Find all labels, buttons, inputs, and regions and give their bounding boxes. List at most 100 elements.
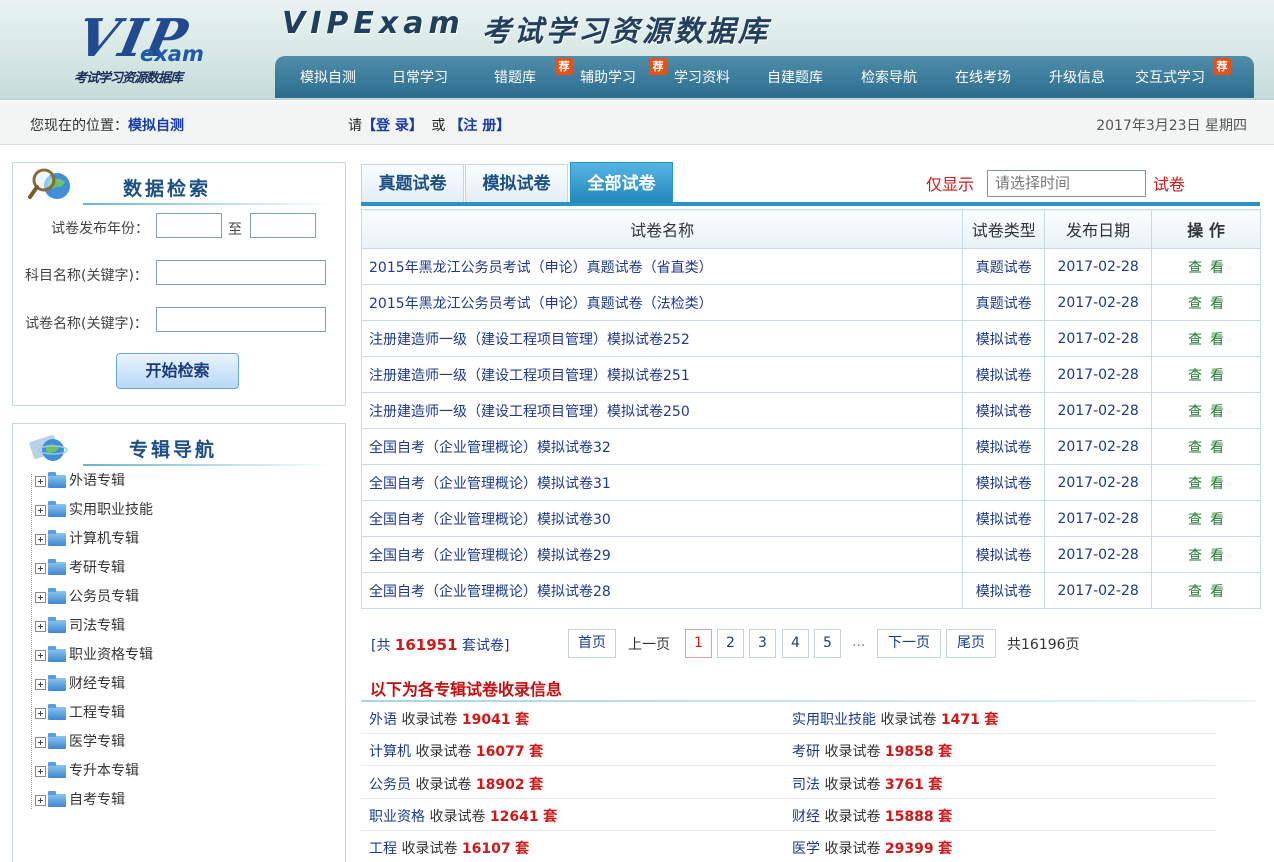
tree-item-vocational-skills[interactable]: 实用职业技能 [23,499,153,528]
logo-exam-text: exam [140,42,204,66]
paper-name-link[interactable]: 注册建造师一级（建设工程项目管理）模拟试卷252 [360,320,964,357]
view-link[interactable]: 查看 [1151,428,1261,465]
view-link[interactable]: 查看 [1151,320,1261,357]
paper-name-link[interactable]: 全国自考（企业管理概论）模拟试卷28 [360,572,964,609]
logo-subtitle: 考试学习资源数据库 [74,71,183,86]
nav-item-daily-study[interactable]: 日常学习 [392,67,448,87]
expand-icon[interactable] [35,679,46,690]
nav-item-mock-test[interactable]: 模拟自测 [300,67,356,87]
filter-prefix: 仅显示 [926,175,975,194]
paper-type: 模拟试卷 [962,536,1046,573]
page-2-button[interactable]: 2 [717,629,744,658]
nav-item-upgrade-info[interactable]: 升级信息 [1049,67,1105,87]
year-to-input[interactable] [250,213,316,238]
collection-name-link[interactable]: 财经 [792,809,820,825]
paper-name-link[interactable]: 注册建造师一级（建设工程项目管理）模拟试卷251 [360,356,964,393]
paper-keyword-input[interactable] [156,307,326,332]
paper-name-link[interactable]: 2015年黑龙江公务员考试（申论）真题试卷（法检类） [360,284,964,321]
paper-name-link[interactable]: 注册建造师一级（建设工程项目管理）模拟试卷250 [360,392,964,429]
collection-name-link[interactable]: 计算机 [369,744,411,760]
col-header-name: 试卷名称 [360,209,964,249]
nav-item-interactive-study[interactable]: 荐 交互式学习 [1135,58,1231,87]
tree-item-upgrade-degree[interactable]: 专升本专辑 [23,760,153,789]
tree-item-postgraduate[interactable]: 考研专辑 [23,557,153,586]
collection-name-link[interactable]: 外语 [369,712,397,728]
tab-all-papers[interactable]: 全部试卷 [570,162,673,203]
collection-name-link[interactable]: 实用职业技能 [792,712,876,728]
paper-name-link[interactable]: 全国自考（企业管理概论）模拟试卷30 [360,500,964,537]
collection-name-link[interactable]: 工程 [369,841,397,857]
tree-item-foreign-language[interactable]: 外语专辑 [23,470,153,499]
expand-icon[interactable] [35,795,46,806]
time-select-input[interactable]: 请选择时间 [987,170,1146,197]
nav-item-custom-bank[interactable]: 自建题库 [767,67,823,87]
collection-name-link[interactable]: 公务员 [369,777,411,793]
view-link[interactable]: 查看 [1151,392,1261,429]
expand-icon[interactable] [35,708,46,719]
subject-keyword-input[interactable] [156,260,326,285]
view-link[interactable]: 查看 [1151,464,1261,501]
paper-type: 模拟试卷 [962,428,1046,465]
collection-name-link[interactable]: 司法 [792,777,820,793]
view-link[interactable]: 查看 [1151,356,1261,393]
page-1-button[interactable]: 1 [685,629,712,658]
collection-item: 医学 收录试卷 29399 套 [792,838,952,858]
view-link[interactable]: 查看 [1151,572,1261,609]
view-link[interactable]: 查看 [1151,500,1261,537]
year-from-input[interactable] [156,213,222,238]
paper-name-link[interactable]: 全国自考（企业管理概论）模拟试卷31 [360,464,964,501]
register-link[interactable]: 【注 册】 [449,118,510,134]
breadcrumb-current[interactable]: 模拟自测 [128,118,184,134]
first-page-button[interactable]: 首页 [568,629,616,658]
tree-item-computer[interactable]: 计算机专辑 [23,528,153,557]
prev-page-button[interactable]: 上一页 [628,634,670,654]
folder-icon [48,501,66,517]
nav-item-search-nav[interactable]: 检索导航 [861,67,917,87]
paper-name-link[interactable]: 全国自考（企业管理概论）模拟试卷29 [360,536,964,573]
tree-item-qualification[interactable]: 职业资格专辑 [23,644,153,673]
login-link[interactable]: 【登 录】 [362,118,423,134]
start-search-button[interactable]: 开始检索 [116,353,239,389]
expand-icon[interactable] [35,650,46,661]
paper-date: 2017-02-28 [1044,356,1153,393]
tree-item-self-exam[interactable]: 自考专辑 [23,789,153,818]
expand-icon[interactable] [35,505,46,516]
expand-icon[interactable] [35,563,46,574]
tab-real-papers[interactable]: 真题试卷 [361,164,464,202]
collection-unit: 套 [938,841,953,857]
tab-mock-papers[interactable]: 模拟试卷 [465,164,568,202]
collection-name-link[interactable]: 医学 [792,841,820,857]
expand-icon[interactable] [35,476,46,487]
tree-item-engineering[interactable]: 工程专辑 [23,702,153,731]
view-link[interactable]: 查看 [1151,536,1261,573]
search-panel-title: 数据检索 [123,178,212,200]
collection-row: 外语 收录试卷 19041 套 实用职业技能 收录试卷 1471 套 [361,702,1216,734]
nav-item-assist-study[interactable]: 荐 辅助学习 [555,58,636,87]
expand-icon[interactable] [35,621,46,632]
page-5-button[interactable]: 5 [814,629,841,658]
collection-name-link[interactable]: 考研 [792,744,820,760]
nav-item-online-exam[interactable]: 在线考场 [955,67,1011,87]
tree-item-civil-servant[interactable]: 公务员专辑 [23,586,153,615]
nav-item-study-materials[interactable]: 荐 学习资料 [649,58,730,87]
last-page-button[interactable]: 尾页 [946,629,996,658]
expand-icon[interactable] [35,534,46,545]
next-page-button[interactable]: 下一页 [877,629,941,658]
collection-label: 收录试卷 [429,809,486,825]
collection-name-link[interactable]: 职业资格 [369,809,425,825]
expand-icon[interactable] [35,766,46,777]
site-logo[interactable]: VIP exam 考试学习资源数据库 [70,8,220,90]
page-4-button[interactable]: 4 [782,629,809,658]
tree-item-finance[interactable]: 财经专辑 [23,673,153,702]
collection-count: 12641 [489,809,539,825]
view-link[interactable]: 查看 [1151,284,1261,321]
page-3-button[interactable]: 3 [749,629,776,658]
paper-name-link[interactable]: 2015年黑龙江公务员考试（申论）真题试卷（省直类） [360,248,964,285]
tree-item-judicial[interactable]: 司法专辑 [23,615,153,644]
nav-item-wrong-questions[interactable]: 错题库 [494,67,536,87]
expand-icon[interactable] [35,592,46,603]
tree-item-medicine[interactable]: 医学专辑 [23,731,153,760]
view-link[interactable]: 查看 [1151,248,1261,285]
paper-name-link[interactable]: 全国自考（企业管理概论）模拟试卷32 [360,428,964,465]
expand-icon[interactable] [35,737,46,748]
